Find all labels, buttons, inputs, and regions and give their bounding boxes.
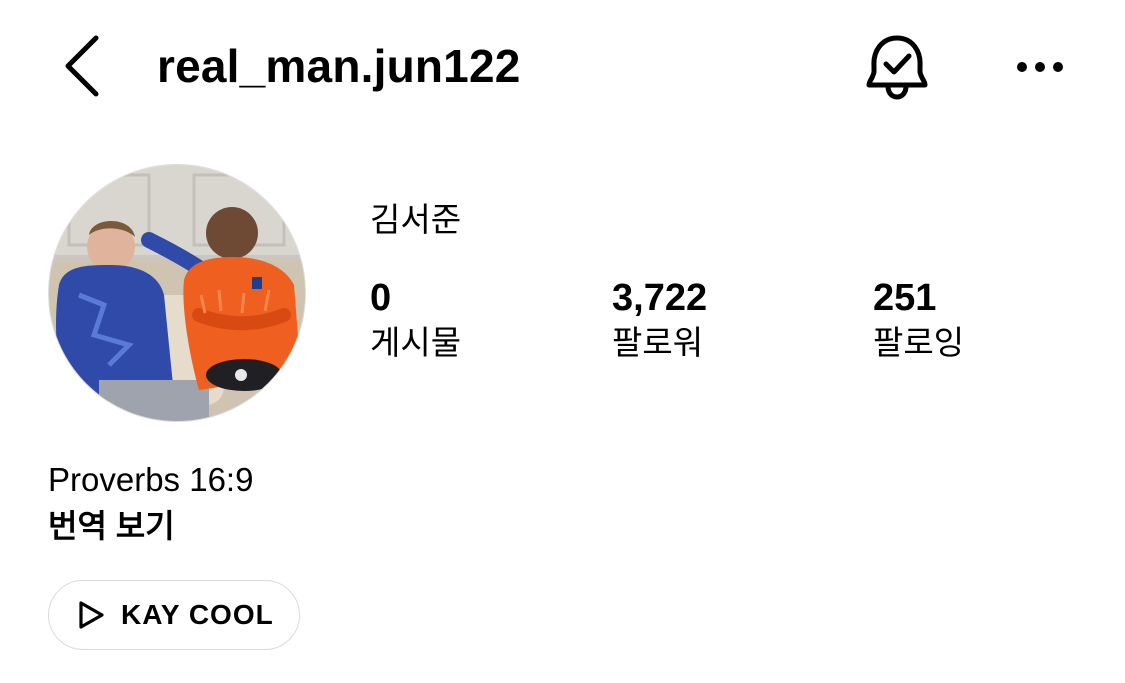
bell-check-icon xyxy=(866,35,928,100)
posts-label: 게시물 xyxy=(370,324,462,361)
posts-count: 0 xyxy=(370,277,392,319)
following-label: 팔로잉 xyxy=(873,324,965,361)
following-stat[interactable]: 251 팔로잉 xyxy=(873,274,964,364)
profile-bio: Proverbs 16:9 xyxy=(48,461,254,498)
followers-count: 3,722 xyxy=(612,277,708,319)
display-name: 김서준 xyxy=(370,201,462,238)
chevron-left-icon xyxy=(65,35,99,97)
back-button[interactable] xyxy=(58,30,108,102)
play-icon xyxy=(79,601,104,629)
notifications-button[interactable] xyxy=(862,30,932,102)
external-link-label: KAY COOL xyxy=(121,599,274,630)
profile-photo xyxy=(49,165,305,421)
more-horizontal-icon xyxy=(1017,62,1063,72)
more-options-button[interactable] xyxy=(1008,42,1070,92)
profile-avatar[interactable] xyxy=(48,164,306,422)
external-link-button[interactable]: KAY COOL xyxy=(48,580,300,650)
following-count: 251 xyxy=(873,277,937,319)
followers-stat[interactable]: 3,722 팔로워 xyxy=(612,274,707,364)
see-translation-link[interactable]: 번역 보기 xyxy=(48,504,175,548)
posts-stat[interactable]: 0 게시물 xyxy=(370,274,461,364)
profile-username: real_man.jun122 xyxy=(157,40,521,92)
followers-label: 팔로워 xyxy=(612,324,704,361)
